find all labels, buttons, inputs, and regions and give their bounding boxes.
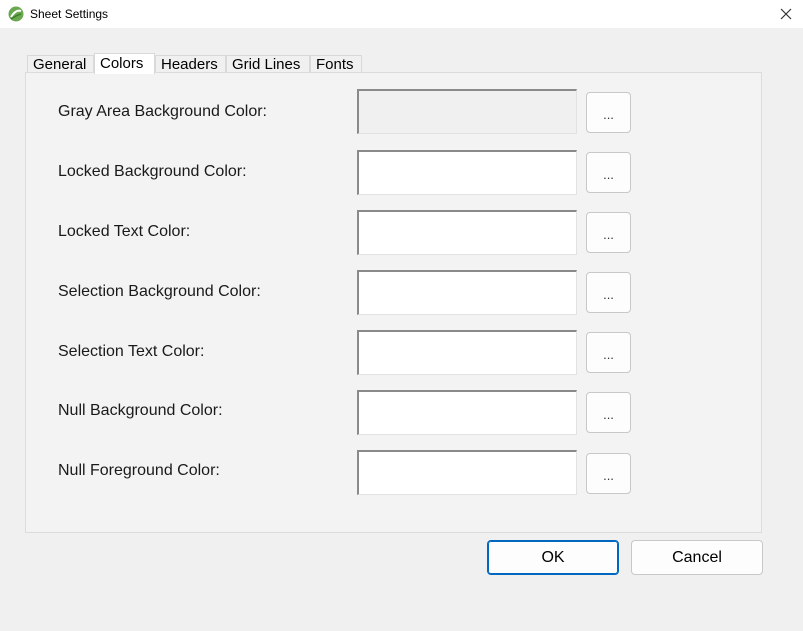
tab-headers[interactable]: Headers bbox=[155, 55, 226, 73]
locked-text-color-swatch bbox=[357, 210, 577, 255]
null-background-color-swatch bbox=[357, 390, 577, 435]
tab-fonts[interactable]: Fonts bbox=[310, 55, 362, 73]
gray-area-background-color-label: Gray Area Background Color: bbox=[58, 103, 267, 120]
null-background-color-label: Null Background Color: bbox=[58, 402, 223, 419]
selection-background-color-picker-button[interactable]: ... bbox=[586, 272, 631, 313]
selection-background-color-label: Selection Background Color: bbox=[58, 283, 261, 300]
gray-area-background-color-picker-button[interactable]: ... bbox=[586, 92, 631, 133]
null-foreground-color-swatch bbox=[357, 450, 577, 495]
locked-background-color-label: Locked Background Color: bbox=[58, 163, 247, 180]
selection-text-color-picker-button[interactable]: ... bbox=[586, 332, 631, 373]
close-icon[interactable] bbox=[777, 5, 795, 23]
locked-background-color-swatch bbox=[357, 150, 577, 195]
selection-background-color-swatch bbox=[357, 270, 577, 315]
tab-general[interactable]: General bbox=[27, 55, 94, 73]
tab-grid-lines[interactable]: Grid Lines bbox=[226, 55, 310, 73]
locked-background-color-picker-button[interactable]: ... bbox=[586, 152, 631, 193]
ok-button[interactable]: OK bbox=[487, 540, 619, 575]
cancel-button[interactable]: Cancel bbox=[631, 540, 763, 575]
null-foreground-color-label: Null Foreground Color: bbox=[58, 462, 220, 479]
selection-text-color-label: Selection Text Color: bbox=[58, 343, 205, 360]
tab-colors[interactable]: Colors bbox=[94, 53, 155, 74]
title-bar: Sheet Settings bbox=[0, 0, 803, 28]
selection-text-color-swatch bbox=[357, 330, 577, 375]
gray-area-background-color-swatch bbox=[357, 89, 577, 134]
app-logo-icon bbox=[8, 6, 24, 22]
null-background-color-picker-button[interactable]: ... bbox=[586, 392, 631, 433]
locked-text-color-label: Locked Text Color: bbox=[58, 223, 191, 240]
window-title: Sheet Settings bbox=[30, 7, 109, 21]
locked-text-color-picker-button[interactable]: ... bbox=[586, 212, 631, 253]
null-foreground-color-picker-button[interactable]: ... bbox=[586, 453, 631, 494]
